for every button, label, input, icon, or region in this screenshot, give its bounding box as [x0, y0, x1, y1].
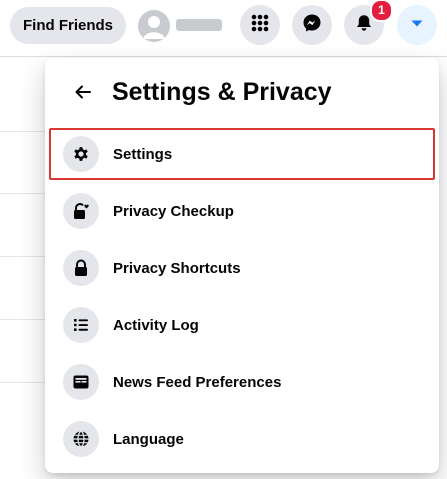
gear-icon: [63, 136, 99, 172]
feed-icon: [63, 364, 99, 400]
menu-item-privacy-shortcuts[interactable]: Privacy Shortcuts: [51, 242, 433, 294]
menu-item-label: Language: [113, 430, 184, 448]
menu-grid-icon: [250, 13, 270, 38]
dropdown-header: Settings & Privacy: [45, 58, 439, 126]
arrow-left-icon: [73, 82, 93, 107]
messenger-icon: [302, 13, 322, 38]
background-divider: [0, 131, 46, 132]
list-icon: [63, 307, 99, 343]
avatar: [138, 10, 170, 42]
back-button[interactable]: [65, 76, 101, 112]
settings-privacy-dropdown: Settings & Privacy Settings Privacy Chec…: [45, 58, 439, 473]
background-divider: [0, 193, 46, 194]
profile-shortcut[interactable]: [136, 7, 228, 44]
lock-heart-icon: [63, 193, 99, 229]
background-divider: [0, 382, 46, 383]
lock-icon: [63, 250, 99, 286]
find-friends-button[interactable]: Find Friends: [10, 7, 126, 44]
menu-item-label: Privacy Checkup: [113, 202, 234, 220]
menu-item-news-feed-preferences[interactable]: News Feed Preferences: [51, 356, 433, 408]
messenger-button[interactable]: [292, 5, 332, 45]
globe-icon: [63, 421, 99, 457]
notification-count-badge: 1: [370, 0, 393, 22]
menu-item-label: Privacy Shortcuts: [113, 259, 241, 277]
dropdown-title: Settings & Privacy: [112, 78, 332, 106]
menu-item-settings[interactable]: Settings: [49, 128, 435, 180]
menu-button[interactable]: [240, 5, 280, 45]
account-menu-button[interactable]: [397, 5, 437, 45]
menu-item-activity-log[interactable]: Activity Log: [51, 299, 433, 351]
menu-item-language[interactable]: Language: [51, 413, 433, 465]
caret-down-icon: [409, 15, 425, 36]
top-navigation-bar: Find Friends 1: [0, 0, 447, 57]
menu-item-label: Activity Log: [113, 316, 199, 334]
menu-item-privacy-checkup[interactable]: Privacy Checkup: [51, 185, 433, 237]
background-divider: [0, 256, 46, 257]
background-divider: [0, 319, 46, 320]
menu-item-label: Settings: [113, 145, 173, 163]
menu-item-label: News Feed Preferences: [113, 373, 282, 391]
profile-name-redacted: [176, 19, 222, 31]
